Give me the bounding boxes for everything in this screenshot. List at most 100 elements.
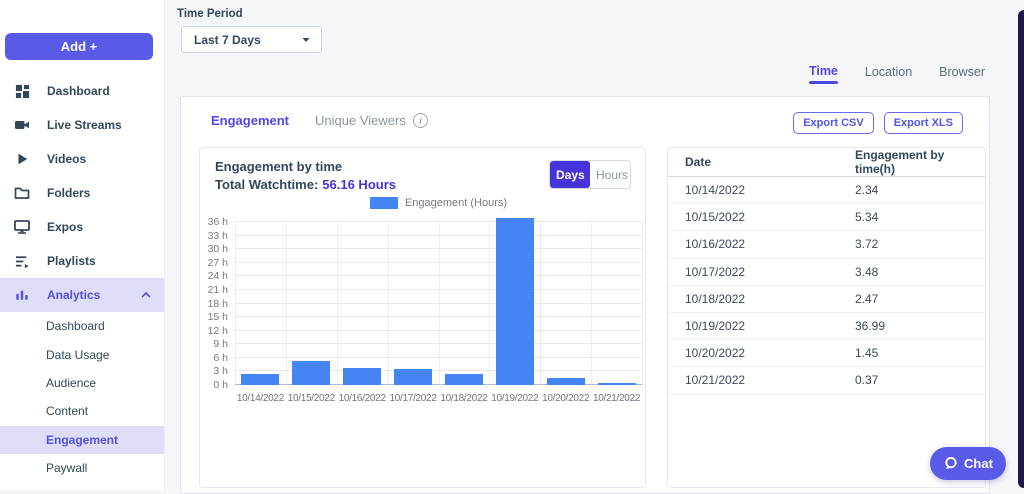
table-row: 10/15/2022 5.34 [668,203,985,232]
table-row: 10/16/2022 3.72 [668,230,985,259]
chart-bar[interactable] [444,373,483,385]
tab-unique-viewers-label: Unique Viewers [315,113,406,128]
cell-date: 10/21/2022 [668,366,838,395]
gridline [387,222,389,385]
chart-plot: 0 h3 h6 h9 h 12 h 15 h 18 h 21 h 24 h 27 h 30 h… [208,216,643,391]
sidebar-item-label: Dashboard [47,84,110,98]
x-axis-tick: 10/17/2022 [389,393,437,404]
gridline [235,356,642,358]
gridline [591,222,593,385]
sidebar-subitem-engagement[interactable]: Engagement [0,425,164,454]
top-tab-time[interactable]: Time [809,64,838,84]
x-axis-tick: 10/21/2022 [593,393,641,404]
cell-engagement: 3.72 [838,230,985,259]
y-axis-tick: 24 h [207,270,228,283]
sidebar-item-label: Analytics [47,288,101,302]
legend-label: Engagement (Hours) [404,197,508,209]
top-tab-location[interactable]: Location [865,65,912,84]
table-row: 10/19/2022 36.99 [668,312,985,341]
y-axis-tick: 12 h [207,324,228,337]
chart-title: Engagement by time [215,159,343,174]
chart-bar[interactable] [394,369,433,385]
tab-engagement-label: Engagement [211,113,290,128]
table-header-date: Date [668,148,838,177]
sidebar-item-label: Videos [47,152,87,166]
top-tab-browser[interactable]: Browser [939,65,985,84]
sidebar-item-expos[interactable]: Expos [0,210,164,244]
y-axis-tick: 30 h [207,243,228,256]
main-panel: Engagement Unique Viewers i Export CSV E… [180,96,990,494]
chart-bar[interactable] [597,383,636,385]
y-axis-tick: 36 h [207,216,228,228]
sidebar-item-videos[interactable]: Videos [0,142,164,176]
chart-bar[interactable] [343,368,382,385]
sidebar-item-label: Playlists [47,254,96,268]
toggle-hours-button[interactable]: Hours [590,161,630,188]
sidebar-subitem-paywall[interactable]: Paywall [0,454,164,482]
sidebar-item-analytics[interactable]: Analytics [0,278,164,312]
time-period-dropdown[interactable]: Last 7 Days [181,26,322,53]
total-watchtime-label: Total Watchtime: [215,177,319,192]
cell-date: 10/20/2022 [668,339,838,368]
gridline [235,222,236,385]
cell-date: 10/19/2022 [668,312,838,341]
sidebar-subitem-data-usage[interactable]: Data Usage [0,340,164,368]
sidebar-item-dashboard[interactable]: Dashboard [0,74,164,108]
gridline [235,248,642,250]
total-watchtime: Total Watchtime: 56.16 Hours [215,177,396,192]
chart-legend: Engagement (Hours) [235,197,642,209]
chart-card: Engagement by time Total Watchtime: 56.16… [199,147,646,488]
sidebar-subitem-content[interactable]: Content [0,397,164,425]
table-card: Date Engagement by time(h) 10/14/2022 2.3… [667,147,986,488]
sidebar-subitem-dashboard[interactable]: Dashboard [0,312,164,340]
sidebar-item-playlists[interactable]: Playlists [0,244,164,278]
sidebar-subitem-audience[interactable]: Audience [0,369,164,397]
dashboard-icon [14,83,30,99]
info-icon[interactable]: i [412,113,428,128]
chart-bar[interactable] [241,374,280,385]
sidebar-item-folders[interactable]: Folders [0,176,164,210]
chat-button[interactable]: Chat [930,447,1006,480]
x-axis-tick: 10/19/2022 [491,393,539,404]
export-buttons: Export CSV Export XLS [793,112,963,134]
cell-engagement: 3.48 [838,258,985,286]
gridline [489,222,491,385]
sidebar-item-label: Expos [47,220,84,234]
y-axis-tick: 15 h [207,311,228,324]
chat-bubble-icon [943,456,958,471]
cell-date: 10/17/2022 [668,258,838,286]
top-tabs: Time Location Browser [809,64,985,84]
right-dark-edge [1018,10,1024,488]
cell-engagement: 1.45 [838,339,985,368]
live-streams-icon [14,117,30,133]
gridline [235,275,642,277]
cell-engagement: 36.99 [838,312,985,341]
sidebar-item-label: Folders [47,186,91,200]
chart-bar[interactable] [546,378,585,385]
gridline [235,261,642,263]
x-axis-tick: 10/15/2022 [287,393,335,404]
y-axis-tick: 9 h [213,338,228,351]
y-axis-tick: 6 h [213,351,228,364]
gridline [540,222,542,385]
sidebar-item-live-streams[interactable]: Live Streams [0,108,164,142]
panel-tabs: Engagement Unique Viewers i [211,113,428,128]
tab-unique-viewers[interactable]: Unique Viewers i [315,113,428,128]
playlists-icon [14,253,30,269]
toggle-days-button[interactable]: Days [550,161,590,188]
chart-bar[interactable] [495,217,534,385]
export-xls-button[interactable]: Export XLS [883,112,963,134]
table-row: 10/14/2022 2.34 [668,176,985,205]
export-csv-button[interactable]: Export CSV [793,112,874,134]
y-axis-tick: 3 h [213,365,228,378]
add-button[interactable]: Add + [5,33,153,60]
chart-bar[interactable] [292,360,331,385]
gridline [336,222,338,385]
chevron-down-icon [301,35,311,45]
sidebar: Add + Dashboard Live Streams Videos Folders… [0,0,165,490]
folders-icon [14,185,30,201]
expos-icon [14,219,30,235]
gridline [235,329,642,331]
time-period-value: Last 7 Days [194,32,261,47]
tab-engagement[interactable]: Engagement [211,113,289,128]
